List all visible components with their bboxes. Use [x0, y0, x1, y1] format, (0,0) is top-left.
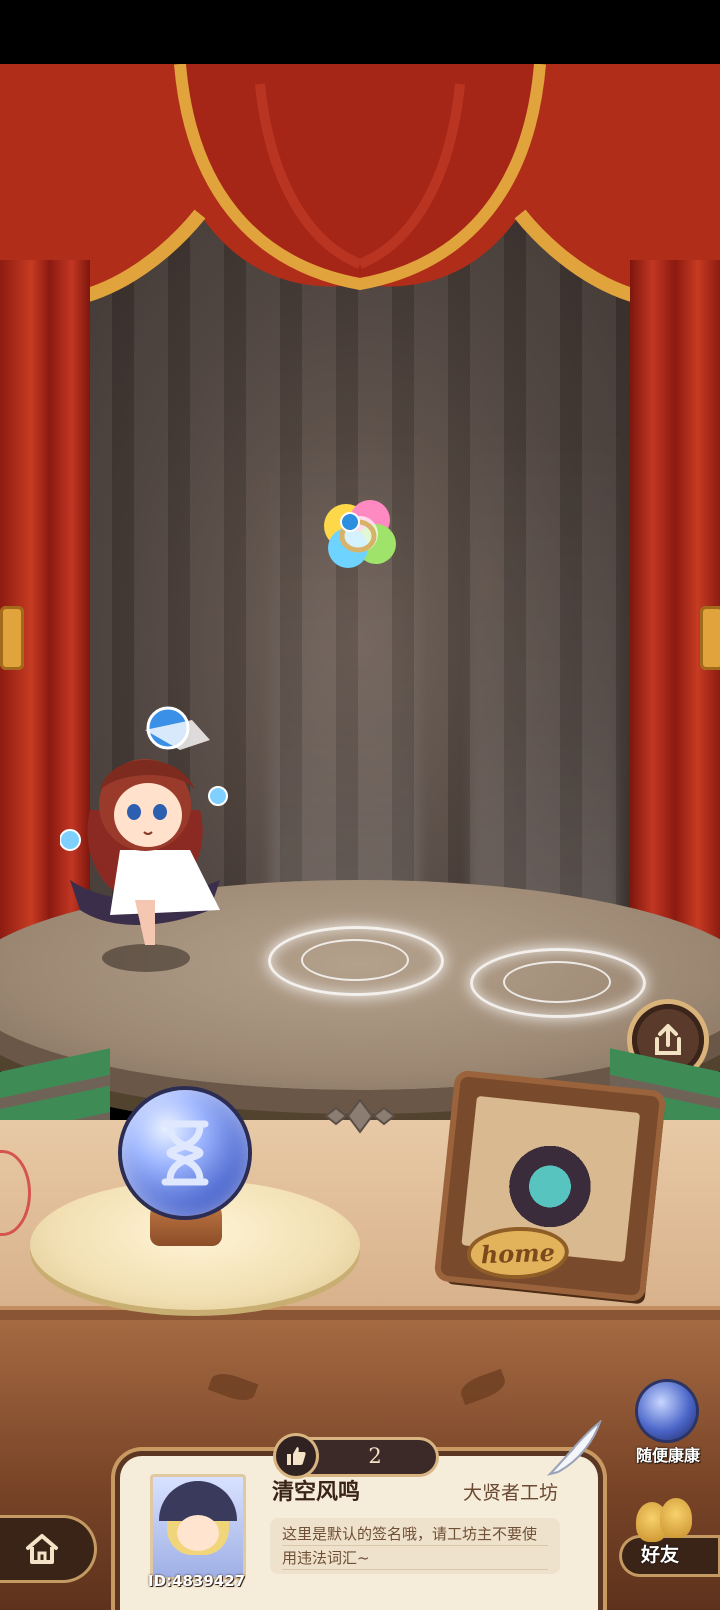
quill-icon	[546, 1420, 602, 1476]
home-button[interactable]	[0, 1518, 94, 1580]
hourglass-icon	[161, 1120, 209, 1186]
magic-circle-slot-2[interactable]	[470, 948, 646, 1018]
home-plaque-label: home	[480, 1237, 556, 1269]
top-curtain	[0, 64, 720, 310]
avatar-face	[177, 1515, 219, 1551]
share-icon	[655, 1024, 681, 1055]
thumbs-up-icon	[287, 1447, 306, 1465]
player-character[interactable]	[60, 700, 260, 990]
avatar[interactable]	[150, 1474, 246, 1580]
random-visit-label: 随便康康	[635, 1446, 700, 1465]
magic-circle-slot-1[interactable]	[268, 926, 444, 996]
spotlight-right	[470, 420, 620, 940]
user-id: ID:4839427	[148, 1572, 246, 1590]
random-visit-button[interactable]: 随便康康	[628, 1382, 708, 1472]
hourglass-orb-button[interactable]	[122, 1090, 248, 1216]
friends-label: 好友	[640, 1544, 679, 1566]
like-button[interactable]	[276, 1436, 316, 1476]
left-curtain-tieback	[0, 606, 24, 670]
profile-card: ID:4839427 清空风鸣 大贤者工坊 这里是默认的签名哦，请工坊主不要使用…	[120, 1456, 598, 1610]
friends-button[interactable]: 好友	[620, 1486, 720, 1576]
like-count: 2	[368, 1444, 382, 1468]
right-curtain-tieback	[700, 606, 720, 670]
game-screen: home 随便康康 ID:4839427 清空风鸣 大贤者工坊 这里是默认的签名…	[0, 0, 720, 1610]
like-bar: 2	[276, 1436, 436, 1476]
home-picture-frame[interactable]: home	[440, 1076, 660, 1296]
portal-icon	[638, 1382, 696, 1440]
signature-text: 这里是默认的签名哦，请工坊主不要使用违法词汇~	[282, 1522, 548, 1570]
player-name: 清空风鸣	[272, 1480, 361, 1505]
house-icon	[26, 1534, 58, 1564]
stage-ornament	[324, 1098, 396, 1134]
signature-box[interactable]: 这里是默认的签名哦，请工坊主不要使用违法词汇~	[270, 1518, 560, 1574]
rainbow-ring-item[interactable]	[318, 496, 402, 574]
friend-figure-icon	[660, 1498, 692, 1538]
status-bar	[0, 0, 720, 64]
workshop-title: 大贤者工坊	[462, 1482, 558, 1504]
